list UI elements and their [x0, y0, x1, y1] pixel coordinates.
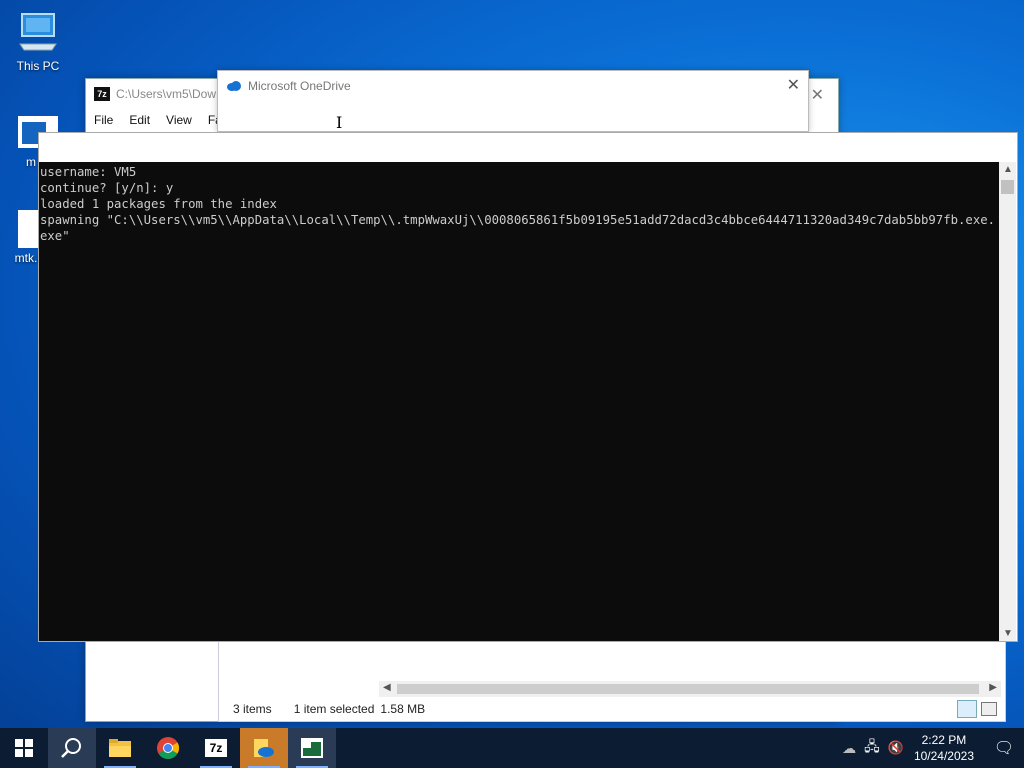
network-icon[interactable]: 🖧: [864, 736, 880, 760]
clock[interactable]: 2:22 PM 10/24/2023: [914, 732, 974, 764]
console-line: username: VM5: [40, 165, 137, 179]
scroll-left-icon[interactable]: ◀: [383, 682, 391, 693]
details-view-icon[interactable]: [957, 700, 977, 718]
desktop-icon-label: This PC: [16, 59, 60, 73]
console-line: spawning "C:\\Users\\vm5\\AppData\\Local…: [40, 213, 996, 243]
folder-icon: [109, 739, 131, 757]
volume-muted-icon[interactable]: 🔇: [888, 740, 904, 756]
large-icons-view-icon[interactable]: [981, 702, 997, 716]
scroll-down-icon[interactable]: ▼: [1003, 628, 1013, 639]
desktop-icon-this-pc[interactable]: This PC: [2, 10, 74, 73]
taskbar-file-explorer[interactable]: [96, 728, 144, 768]
clock-time: 2:22 PM: [921, 733, 967, 747]
7zip-icon: 7z: [205, 739, 227, 757]
status-item-count: 3 items: [233, 702, 272, 716]
window-title: Microsoft OneDrive: [248, 79, 351, 93]
search-icon: [61, 738, 81, 758]
search-button[interactable]: [48, 728, 96, 768]
7zip-icon: 7z: [94, 87, 110, 101]
text-cursor-icon: I: [336, 113, 343, 132]
taskbar-onedrive[interactable]: [240, 728, 288, 768]
menu-view[interactable]: View: [166, 113, 192, 127]
horizontal-scrollbar[interactable]: ◀ ▶: [379, 681, 1001, 697]
console-output[interactable]: username: VM5 continue? [y/n]: y loaded …: [39, 162, 999, 641]
close-icon[interactable]: ✕: [811, 85, 824, 105]
console-line: continue? [y/n]: y: [40, 181, 174, 195]
clock-date: 10/24/2023: [913, 749, 974, 763]
close-icon[interactable]: ✕: [787, 75, 800, 95]
window-onedrive[interactable]: Microsoft OneDrive ✕ I: [217, 70, 809, 132]
cloud-icon: [227, 81, 241, 91]
taskbar-chrome[interactable]: [144, 728, 192, 768]
onedrive-offline-icon[interactable]: ☁: [842, 740, 856, 757]
windows-icon: [15, 739, 33, 757]
status-size: 1.58 MB: [380, 702, 426, 716]
console-text: username: VM5 continue? [y/n]: y loaded …: [39, 162, 999, 244]
onedrive-titlebar[interactable]: Microsoft OneDrive: [226, 79, 351, 93]
file-icon: [18, 210, 42, 248]
console-icon: [301, 738, 323, 758]
taskbar: 7z ☁ 🖧 🔇 2:22 PM 10/24/2023 🗨: [0, 728, 1024, 768]
start-button[interactable]: [0, 728, 48, 768]
taskbar-7zip[interactable]: 7z: [192, 728, 240, 768]
status-bar: 3 items 1 item selected 1.58 MB: [219, 697, 1005, 721]
system-tray: ☁ 🖧 🔇 2:22 PM 10/24/2023 🗨: [842, 728, 1024, 768]
onedrive-setup-icon: [254, 739, 274, 757]
menu-edit[interactable]: Edit: [129, 113, 150, 127]
scroll-thumb[interactable]: [397, 684, 979, 694]
scroll-thumb[interactable]: [1001, 180, 1014, 194]
computer-icon: [19, 13, 57, 51]
window-console[interactable]: username: VM5 continue? [y/n]: y loaded …: [38, 132, 1018, 642]
vertical-scrollbar[interactable]: ▲ ▼: [999, 162, 1016, 641]
notification-icon[interactable]: 🗨: [984, 738, 1024, 758]
chrome-icon: [157, 737, 179, 759]
window-title: C:\Users\vm5\Dow: [116, 87, 217, 101]
console-line: loaded 1 packages from the index: [40, 197, 277, 211]
scroll-up-icon[interactable]: ▲: [1003, 164, 1013, 175]
scroll-right-icon[interactable]: ▶: [989, 682, 997, 693]
taskbar-console[interactable]: [288, 728, 336, 768]
status-selected: 1 item selected: [293, 702, 375, 716]
menu-file[interactable]: File: [94, 113, 113, 127]
window-explorer[interactable]: ◀ ▶ 3 items 1 item selected 1.58 MB: [218, 640, 1006, 722]
